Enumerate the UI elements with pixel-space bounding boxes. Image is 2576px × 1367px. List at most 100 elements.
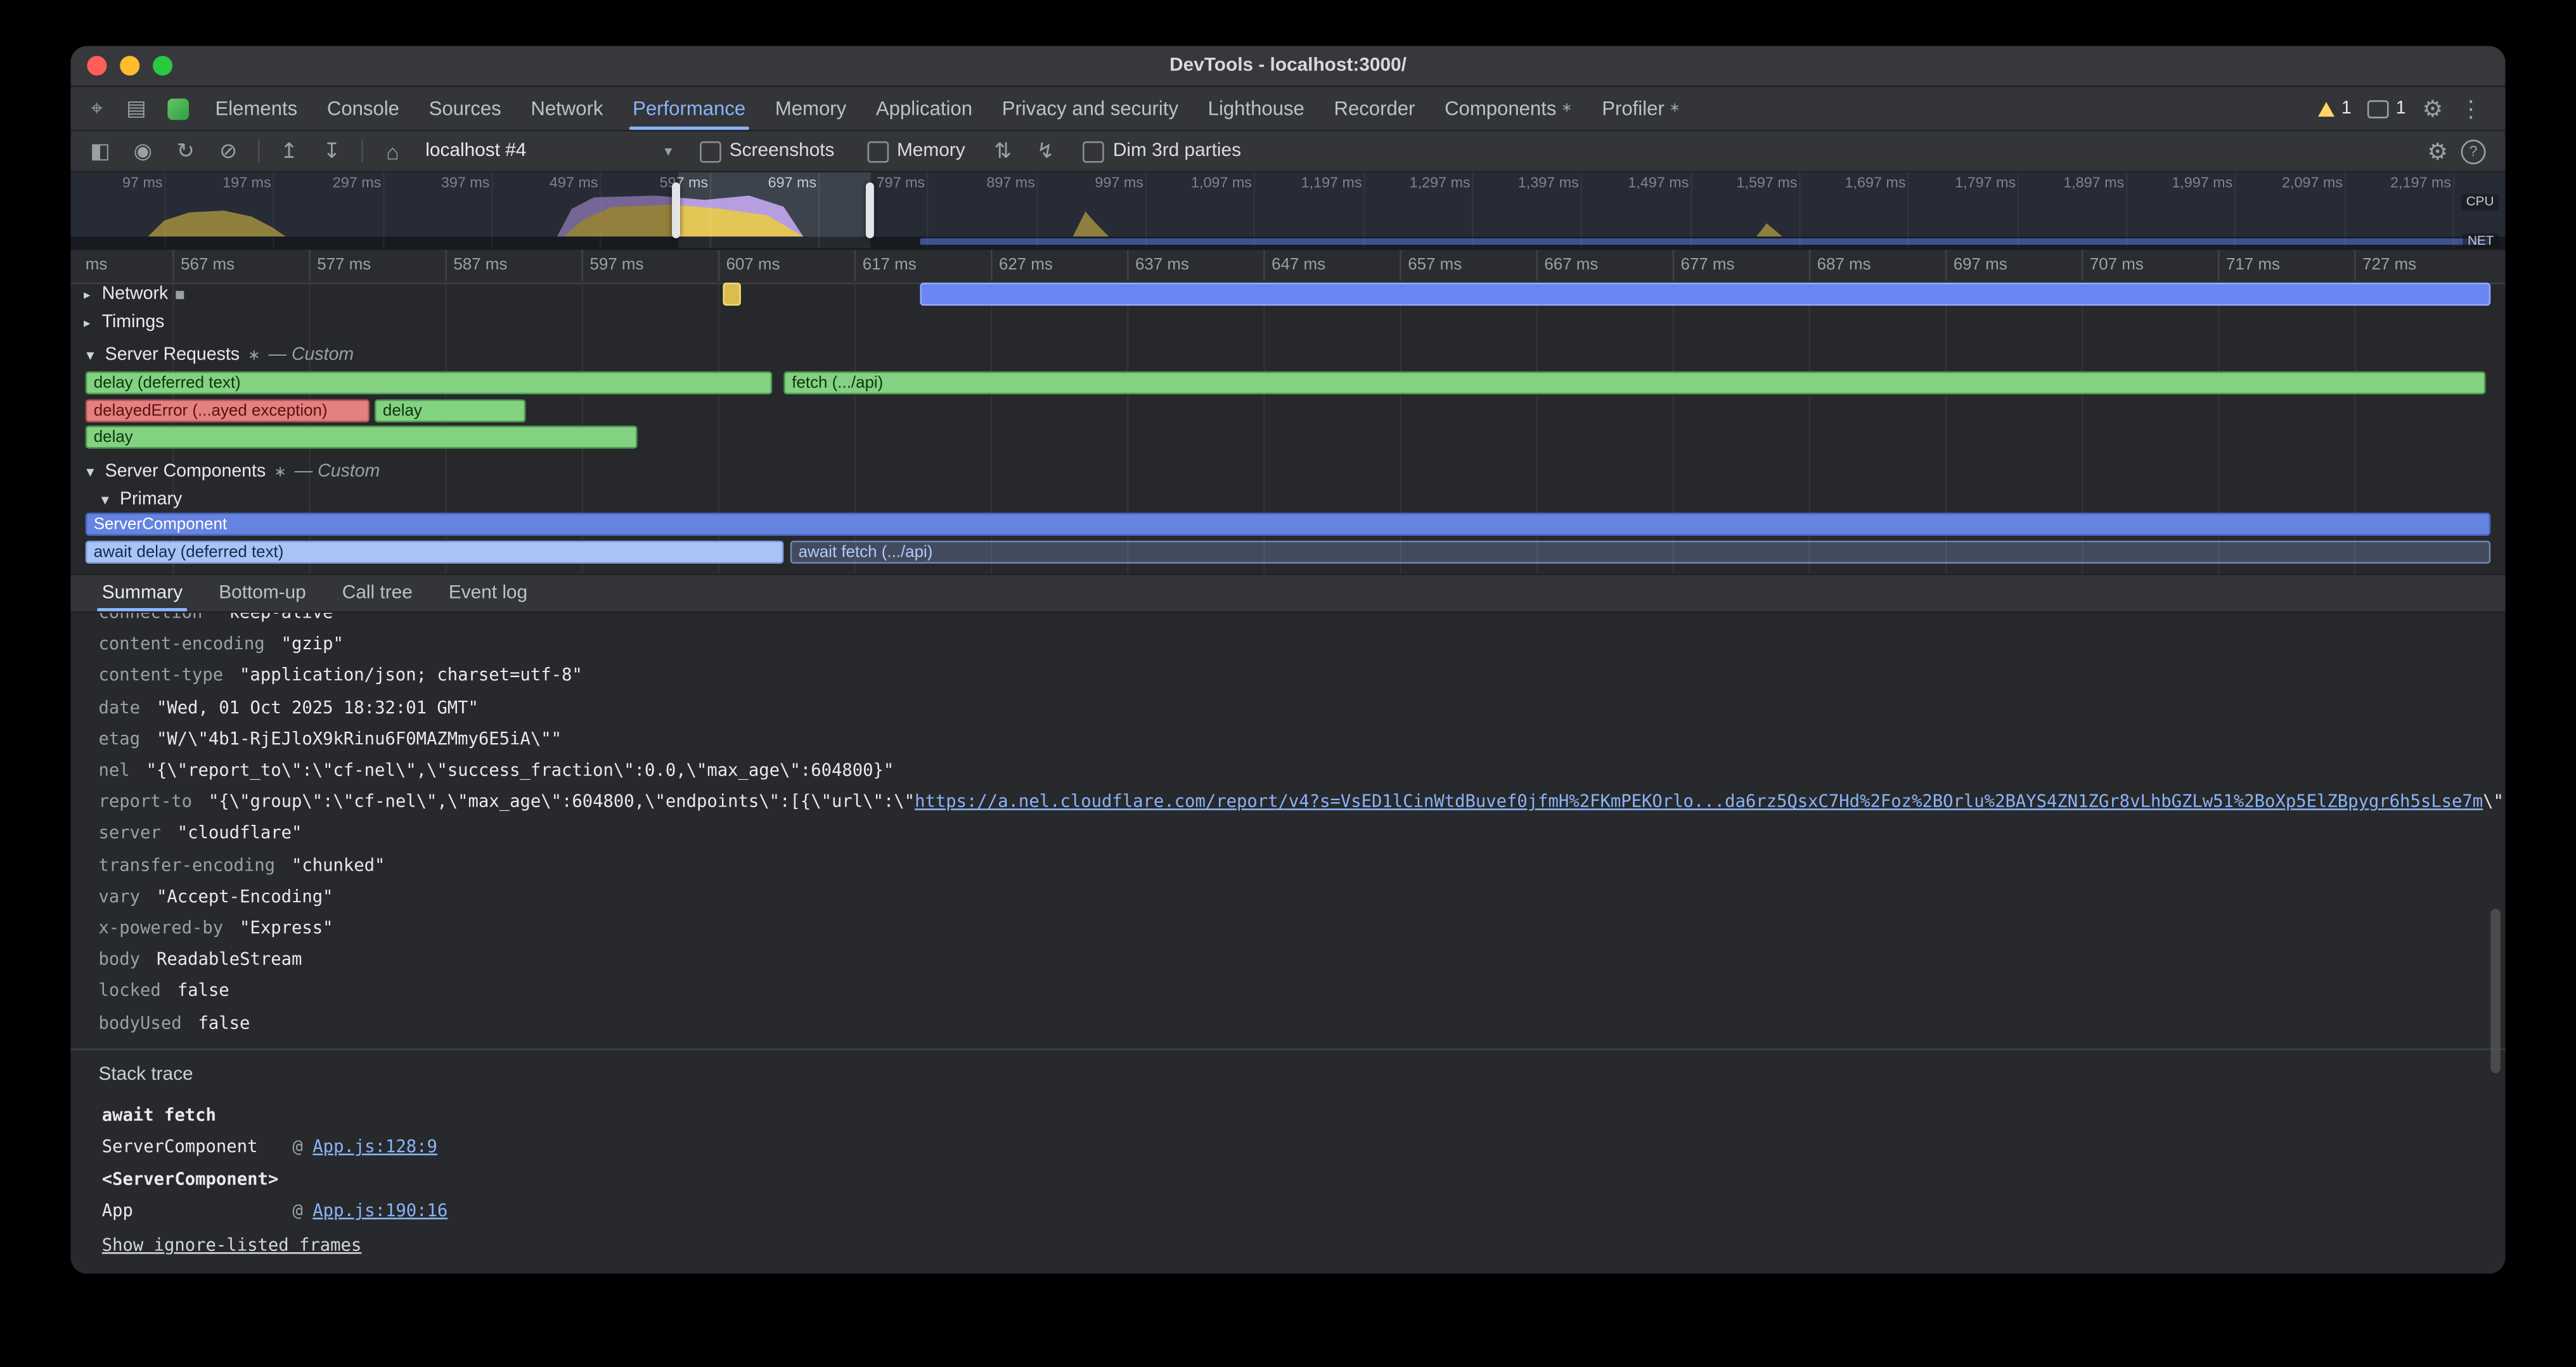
- details-tab[interactable]: Summary: [84, 575, 201, 611]
- stack-source-link[interactable]: App.js:190:16: [312, 1197, 448, 1229]
- minimize-window-button[interactable]: [120, 56, 139, 75]
- network-request-bar[interactable]: [723, 283, 741, 306]
- stack-function-name: ServerComponent: [102, 1133, 293, 1165]
- bar-label: ServerComponent: [94, 516, 227, 534]
- live-metrics-home-icon[interactable]: ⌂: [373, 135, 412, 168]
- tab-label: Application: [876, 87, 972, 129]
- devtools-tab[interactable]: Sources: [414, 87, 516, 129]
- tab-label: Memory: [775, 87, 846, 129]
- flame-event-bar[interactable]: delay (deferred text): [86, 372, 772, 394]
- tabbar-right-controls: 1 1 ⚙ ⋮: [2319, 97, 2499, 120]
- devtools-tab[interactable]: Elements: [200, 87, 312, 129]
- settings-gear-icon[interactable]: ⚙: [2423, 97, 2444, 120]
- overview-dim-left: [70, 172, 678, 248]
- details-tab[interactable]: Bottom-up: [201, 575, 325, 611]
- memory-checkbox[interactable]: [867, 141, 889, 162]
- devtools-tab[interactable]: Application: [861, 87, 988, 129]
- flame-event-bar[interactable]: delayedError (...ayed exception): [86, 399, 370, 422]
- header-name: body: [99, 950, 141, 970]
- track-server-components-header[interactable]: ▼ Server Components ∗ — Custom: [70, 458, 2505, 484]
- ruler-tick-label: 697 ms: [1954, 256, 2007, 275]
- network-request-bar[interactable]: [920, 283, 2490, 306]
- chevron-down-icon[interactable]: ▼: [84, 347, 97, 362]
- device-toolbar-icon[interactable]: ▤: [117, 91, 156, 127]
- timeline-overview[interactable]: 97 ms 197 ms 297 ms 397 ms 4: [70, 172, 2505, 250]
- overview-selected-window[interactable]: [678, 172, 870, 248]
- devtools-tab[interactable]: Components ∗: [1430, 87, 1587, 129]
- devtools-tab[interactable]: Recorder: [1319, 87, 1430, 129]
- dim-third-parties-checkbox[interactable]: [1083, 141, 1105, 162]
- flame-event-bar[interactable]: delay: [375, 399, 525, 422]
- flame-event-bar[interactable]: fetch (.../api): [783, 372, 2485, 394]
- header-name: etag: [99, 729, 141, 749]
- header-name: connection: [99, 613, 203, 623]
- chevron-down-icon[interactable]: ▼: [99, 492, 112, 507]
- flame-event-bar[interactable]: await fetch (.../api): [790, 541, 2491, 564]
- toggle-sidebar-icon[interactable]: ◧: [80, 135, 120, 168]
- close-window-button[interactable]: [87, 56, 106, 75]
- header-value-link[interactable]: https://a.nel.cloudflare.com/report/v4?s…: [915, 793, 2483, 812]
- memory-checkbox-group[interactable]: Memory: [867, 141, 965, 162]
- devtools-tab[interactable]: Profiler ∗: [1587, 87, 1695, 129]
- inspect-element-icon[interactable]: ⌖: [77, 91, 117, 127]
- track-timings[interactable]: ▸ Timings: [70, 311, 2505, 337]
- message-count: 1: [2396, 99, 2406, 119]
- header-value: "W/\"4b1-RjEJloX9kRinu6F0MAZMmy6E5iA\"": [157, 729, 562, 749]
- selection-handle-left[interactable]: [672, 183, 680, 238]
- chevron-right-icon[interactable]: ▸: [84, 316, 90, 330]
- history-dropdown[interactable]: localhost #4 ▾: [416, 136, 682, 166]
- scrollbar-thumb[interactable]: [2490, 909, 2501, 1073]
- flame-event-bar[interactable]: ServerComponent: [86, 513, 2490, 536]
- show-ignore-listed-frames-link[interactable]: Show ignore-listed frames: [99, 1231, 362, 1263]
- stack-at-symbol: @: [292, 1133, 302, 1165]
- chevron-down-icon[interactable]: ▼: [84, 464, 97, 479]
- load-profile-icon[interactable]: ↥: [269, 135, 309, 168]
- zoom-window-button[interactable]: [153, 56, 172, 75]
- devtools-tab[interactable]: Console: [312, 87, 415, 129]
- help-icon[interactable]: ?: [2461, 139, 2486, 164]
- header-row: nel"{\"report_to\":\"cf-nel\",\"success_…: [70, 756, 2505, 787]
- tab-label: Profiler: [1602, 87, 1665, 129]
- extension-marker-icon: ∗: [274, 463, 287, 481]
- devtools-tab[interactable]: Performance: [618, 87, 761, 129]
- flame-chart[interactable]: ms 567 ms 577 ms 587 ms: [70, 250, 2505, 574]
- ruler-tick: 667 ms: [1536, 250, 1598, 281]
- tab-label: Components: [1445, 87, 1556, 129]
- cpu-lane-label: CPU: [2461, 194, 2499, 211]
- selection-handle-right[interactable]: [866, 183, 874, 238]
- summary-pane[interactable]: connection"keep-alive" content-encoding"…: [70, 613, 2505, 1274]
- screenshots-checkbox-group[interactable]: Screenshots: [700, 141, 834, 162]
- response-headers-list: connection"keep-alive" content-encoding"…: [70, 613, 2505, 1040]
- record-button[interactable]: ◉: [123, 135, 162, 168]
- bar-label: delay (deferred text): [94, 375, 241, 393]
- details-tab-label: Summary: [102, 583, 183, 603]
- clear-button[interactable]: ⊘: [209, 135, 248, 168]
- devtools-tab[interactable]: Memory: [761, 87, 861, 129]
- save-profile-icon[interactable]: ↧: [312, 135, 351, 168]
- flame-event-bar[interactable]: await delay (deferred text): [86, 541, 784, 564]
- details-tab[interactable]: Event log: [430, 575, 545, 611]
- ruler-tick: 577 ms: [309, 250, 371, 281]
- kebab-menu-icon[interactable]: ⋮: [2459, 97, 2482, 120]
- ruler-tick-label: 647 ms: [1272, 256, 1325, 275]
- stack-trace-title: Stack trace: [99, 1065, 2506, 1084]
- issues-badge[interactable]: 1: [2368, 99, 2406, 119]
- record-and-reload-button[interactable]: ↻: [166, 135, 205, 168]
- devtools-tab[interactable]: Lighthouse: [1193, 87, 1319, 129]
- header-row: transfer-encoding"chunked": [70, 851, 2505, 883]
- track-primary-header[interactable]: ▼ Primary: [70, 486, 2505, 512]
- capture-settings-gear-icon[interactable]: ⚙: [2427, 139, 2448, 162]
- cpu-throttling-icon[interactable]: ↯: [1026, 135, 1066, 168]
- devtools-tab[interactable]: Privacy and security: [987, 87, 1193, 129]
- header-name: date: [99, 698, 141, 718]
- network-conditions-icon[interactable]: ⇅: [983, 135, 1022, 168]
- extension-icon[interactable]: [167, 98, 189, 119]
- details-tab[interactable]: Call tree: [324, 575, 430, 611]
- devtools-tab[interactable]: Network: [516, 87, 618, 129]
- track-server-requests-header[interactable]: ▼ Server Requests ∗ — Custom: [70, 342, 2505, 368]
- stack-source-link[interactable]: App.js:128:9: [312, 1133, 437, 1165]
- dim-third-parties-checkbox-group[interactable]: Dim 3rd parties: [1083, 141, 1241, 162]
- warnings-badge[interactable]: 1: [2319, 99, 2352, 119]
- flame-event-bar[interactable]: delay: [86, 425, 638, 448]
- screenshots-checkbox[interactable]: [700, 141, 721, 162]
